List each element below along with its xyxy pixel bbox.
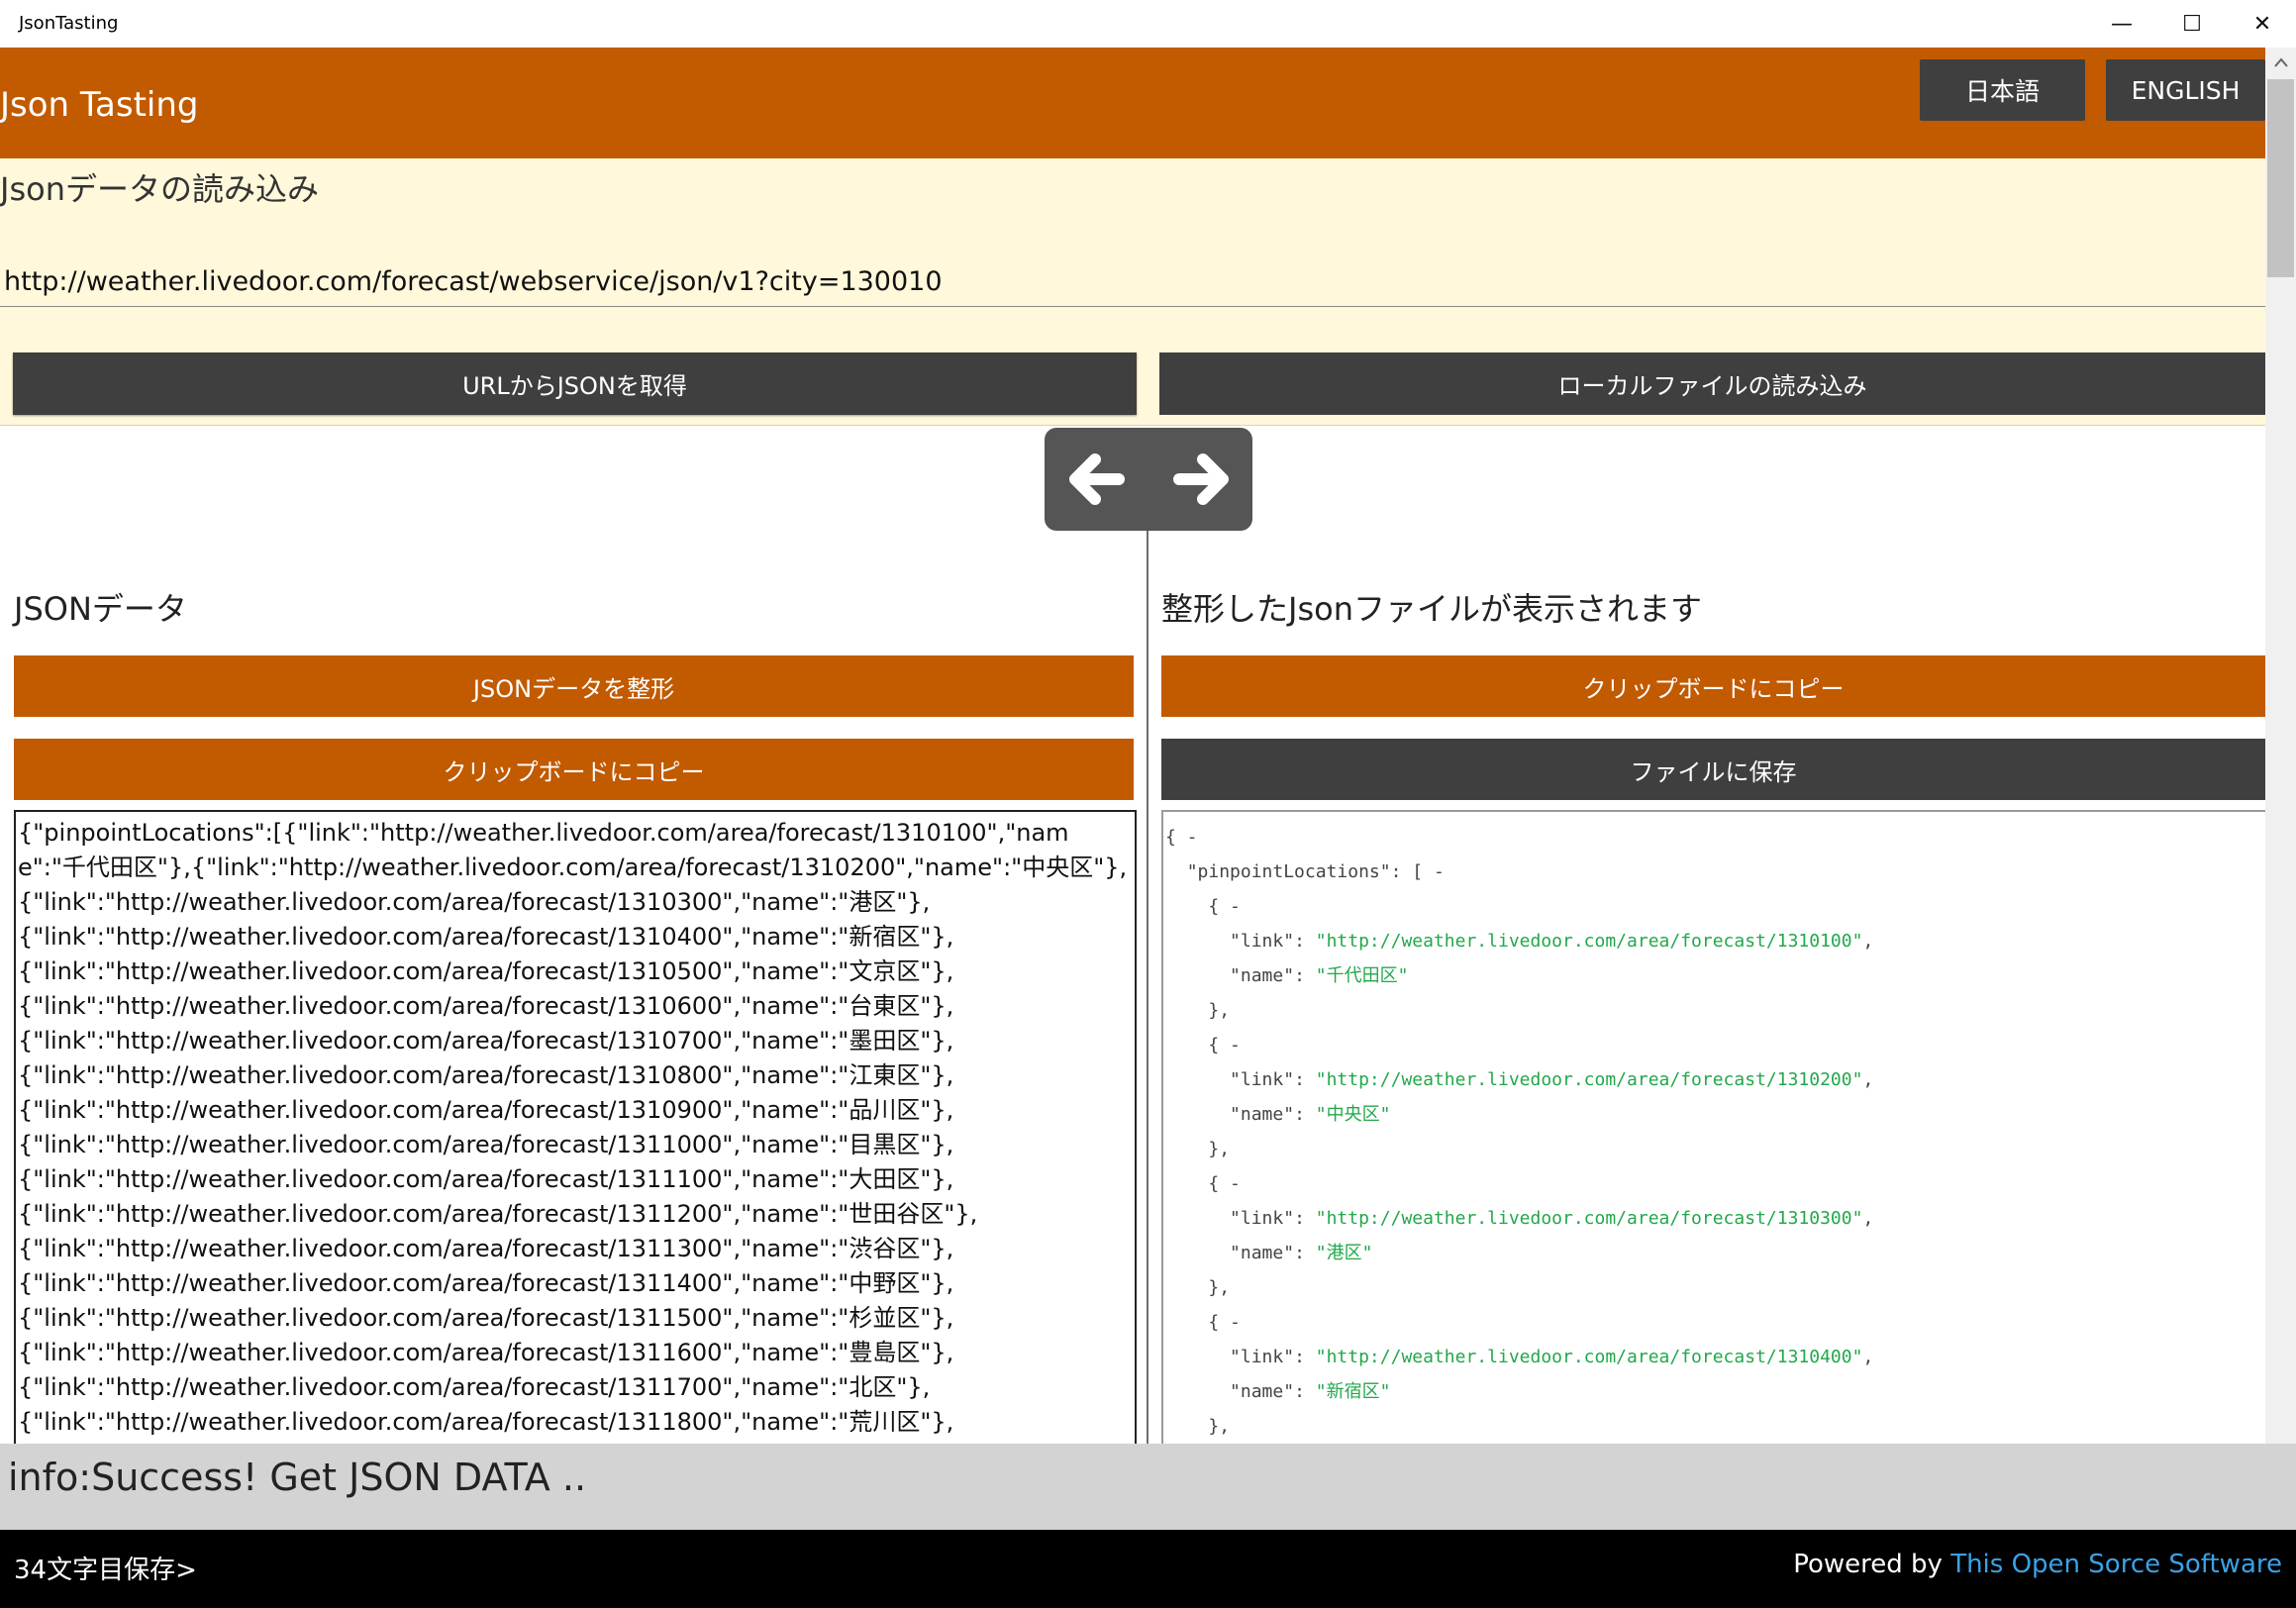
window-title-bar: JsonTasting — ☐ ✕ [0,0,2296,48]
scrollbar-thumb[interactable] [2267,79,2294,277]
json-string-value: "http://weather.livedoor.com/area/foreca… [1315,1208,1863,1229]
fetch-json-from-url-button[interactable]: URLからJSONを取得 [13,352,1137,415]
footer: 34文字目保存> Powered by This Open Sorce Soft… [0,1530,2296,1608]
save-to-file-button[interactable]: ファイルに保存 [1161,739,2265,800]
raw-json-textarea[interactable]: {"pinpointLocations":[{"link":"http://we… [14,810,1137,1454]
json-key: "name" [1230,1243,1295,1263]
json-string-value: "http://weather.livedoor.com/area/foreca… [1315,1347,1863,1367]
english-language-button[interactable]: ENGLISH [2106,59,2265,121]
json-object-open: { - [1208,896,1241,917]
panel-divider [1147,531,1148,1446]
arrow-left-icon[interactable] [1045,428,1148,531]
window-title: JsonTasting [19,13,119,34]
json-key: "link" [1230,1347,1295,1367]
copy-formatted-json-button[interactable]: クリップボードにコピー [1161,655,2265,717]
raw-json-text: {"pinpointLocations":[{"link":"http://we… [18,819,1128,1436]
copy-raw-json-button[interactable]: クリップボードにコピー [14,739,1134,800]
arrow-right-icon[interactable] [1148,428,1252,531]
json-key: "link" [1230,1069,1295,1090]
status-message: info:Success! Get JSON DATA .. [8,1456,587,1499]
json-key: "link" [1230,931,1295,952]
load-section-title: Jsonデータの読み込み [0,170,319,208]
json-key: "name" [1230,1104,1295,1125]
format-json-button[interactable]: JSONデータを整形 [14,655,1134,717]
formatted-json-text: { - "pinpointLocations": [ - { - "link":… [1163,812,2265,1452]
json-string-value: "千代田区" [1315,965,1409,986]
json-object-open: { - [1208,1173,1241,1194]
json-load-section: Jsonデータの読み込み URLからJSONを取得 ローカルファイルの読み込み [0,158,2265,426]
powered-by: Powered by This Open Sorce Software [1793,1550,2282,1579]
json-key: "name" [1230,965,1295,986]
json-root-open: { - [1165,827,1198,848]
url-input[interactable] [0,257,2265,307]
formatted-json-view[interactable]: { - "pinpointLocations": [ - { - "link":… [1161,810,2265,1454]
json-data-title: JSONデータ [14,590,187,628]
app-title: Json Tasting [0,85,199,125]
open-source-link[interactable]: This Open Sorce Software [1950,1550,2282,1579]
json-object-close: }, [1208,1277,1231,1298]
status-bar: info:Success! Get JSON DATA .. [0,1444,2296,1530]
json-object-open: { - [1208,1312,1241,1333]
json-object-open: { - [1208,1035,1241,1055]
panel-toggle [1045,428,1252,531]
app-header: Json Tasting 日本語 ENGLISH [0,48,2265,158]
json-object-close: }, [1208,1139,1231,1159]
json-string-value: "中央区" [1315,1104,1391,1125]
json-object-close: }, [1208,1000,1231,1021]
maximize-button[interactable]: ☐ [2158,0,2226,48]
json-key: "name" [1230,1381,1295,1402]
formatted-json-title: 整形したJsonファイルが表示されます [1161,590,1702,628]
scroll-up-icon[interactable] [2265,48,2296,77]
json-string-value: "新宿区" [1315,1381,1391,1402]
japanese-language-button[interactable]: 日本語 [1920,59,2085,121]
json-array-open: : [ - [1390,861,1445,882]
load-local-file-button[interactable]: ローカルファイルの読み込み [1159,352,2265,415]
json-string-value: "http://weather.livedoor.com/area/foreca… [1315,1069,1863,1090]
minimize-button[interactable]: — [2088,0,2155,48]
close-button[interactable]: ✕ [2229,0,2296,48]
powered-by-prefix: Powered by [1793,1550,1951,1579]
json-string-value: "港区" [1315,1243,1373,1263]
page-scrollbar[interactable] [2265,48,2296,1444]
char-count-label: 34文字目保存> [14,1556,197,1585]
json-object-close: }, [1208,1416,1231,1437]
json-key: "link" [1230,1208,1295,1229]
json-string-value: "http://weather.livedoor.com/area/foreca… [1315,931,1863,952]
json-key: "pinpointLocations" [1186,861,1391,882]
